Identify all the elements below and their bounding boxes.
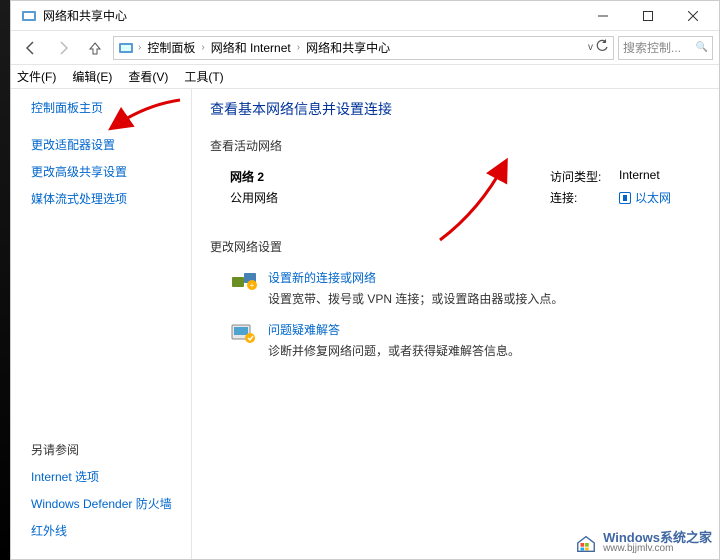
action-new-connection-desc: 设置宽带、拨号或 VPN 连接；或设置路由器或接入点。 [268,290,563,307]
access-type-value: Internet [619,168,660,185]
search-icon: 🔍 [696,42,708,53]
svg-text:+: + [250,281,255,290]
watermark: Windows系统之家 www.bjjmlv.com [575,531,712,554]
action-troubleshoot-desc: 诊断并修复网络问题，或者获得疑难解答信息。 [268,342,520,359]
up-button[interactable] [81,34,109,62]
maximize-button[interactable] [625,2,670,30]
change-settings-header: 更改网络设置 [210,238,701,255]
sidebar-home[interactable]: 控制面板主页 [31,99,179,116]
crumb-control-panel[interactable]: 控制面板 [145,39,197,56]
minimize-button[interactable] [580,2,625,30]
menu-bar: 文件(F) 编辑(E) 查看(V) 工具(T) [11,65,719,89]
close-button[interactable] [670,2,715,30]
forward-button[interactable] [49,34,77,62]
action-new-connection: + 设置新的连接或网络 设置宽带、拨号或 VPN 连接；或设置路由器或接入点。 [210,269,701,307]
sidebar-advanced-sharing[interactable]: 更改高级共享设置 [31,163,179,180]
menu-edit[interactable]: 编辑(E) [72,68,112,85]
sidebar-defender-firewall[interactable]: Windows Defender 防火墙 [31,495,179,512]
app-icon [21,8,37,24]
address-bar: › 控制面板 › 网络和 Internet › 网络和共享中心 v 搜索控制..… [11,31,719,65]
connection-link[interactable]: 以太网 [619,189,671,206]
connection-value: 以太网 [635,191,671,205]
new-connection-icon: + [230,269,258,293]
chevron-down-icon[interactable]: v [588,42,593,53]
search-input[interactable]: 搜索控制... 🔍 [618,36,713,60]
refresh-icon[interactable] [595,39,609,56]
back-button[interactable] [17,34,45,62]
sidebar: 控制面板主页 更改适配器设置 更改高级共享设置 媒体流式处理选项 另请参阅 In… [11,89,191,559]
access-type-label: 访问类型: [550,168,605,185]
chevron-right-icon: › [199,42,206,53]
active-network-row: 网络 2 公用网络 访问类型: Internet 连接: 以太网 [210,168,701,210]
sidebar-internet-options[interactable]: Internet 选项 [31,468,179,485]
network-type: 公用网络 [230,189,278,206]
breadcrumb[interactable]: › 控制面板 › 网络和 Internet › 网络和共享中心 v [113,36,614,60]
action-troubleshoot-link[interactable]: 问题疑难解答 [268,321,520,338]
action-troubleshoot: 问题疑难解答 诊断并修复网络问题，或者获得疑难解答信息。 [210,321,701,359]
network-name: 网络 2 [230,168,278,185]
connection-label: 连接: [550,189,605,206]
crumb-sharing-center[interactable]: 网络和共享中心 [304,39,392,56]
window-title: 网络和共享中心 [43,7,127,24]
sidebar-adapter-settings[interactable]: 更改适配器设置 [31,136,179,153]
watermark-icon [575,532,597,554]
menu-tools[interactable]: 工具(T) [184,68,223,85]
titlebar: 网络和共享中心 [11,1,719,31]
search-placeholder: 搜索控制... [623,39,681,56]
menu-view[interactable]: 查看(V) [128,68,168,85]
control-panel-icon [118,40,134,56]
crumb-network-internet[interactable]: 网络和 Internet [209,39,293,56]
active-networks-header: 查看活动网络 [210,137,701,154]
chevron-right-icon: › [295,42,302,53]
action-new-connection-link[interactable]: 设置新的连接或网络 [268,269,563,286]
ethernet-icon [619,192,631,204]
menu-file[interactable]: 文件(F) [17,68,56,85]
page-heading: 查看基本网络信息并设置连接 [210,99,701,119]
troubleshoot-icon [230,321,258,345]
content-area: 查看基本网络信息并设置连接 查看活动网络 网络 2 公用网络 访问类型: Int… [192,89,719,559]
sidebar-see-also: 另请参阅 [31,441,179,458]
chevron-right-icon: › [136,42,143,53]
watermark-url: www.bjjmlv.com [603,544,712,554]
sidebar-media-streaming[interactable]: 媒体流式处理选项 [31,190,179,207]
sidebar-infrared[interactable]: 红外线 [31,522,179,539]
